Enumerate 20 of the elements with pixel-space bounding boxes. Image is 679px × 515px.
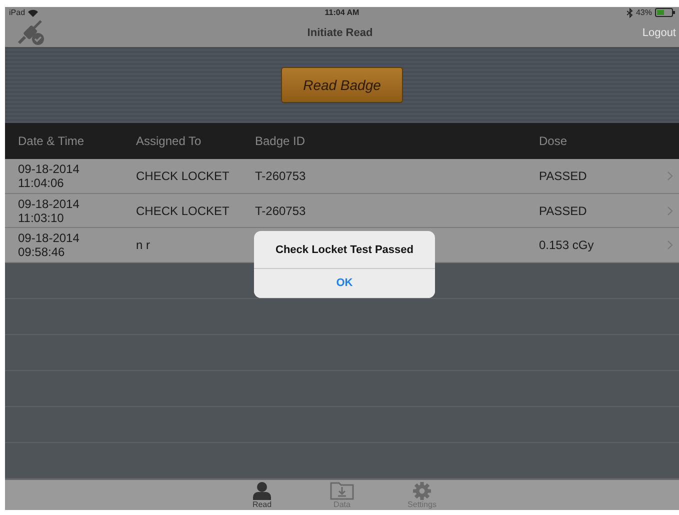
column-header: Assigned To <box>135 134 202 148</box>
column-header: Date & Time <box>17 134 86 148</box>
table-cell-text: PASSED <box>538 204 588 218</box>
date-time-cell-text: 09-18-2014 11:03:10 <box>17 196 80 225</box>
table-cell-text: 0.153 cGy <box>538 238 595 252</box>
column-header: Dose <box>538 134 568 148</box>
table-cell-text: CHECK LOCKET <box>135 169 230 184</box>
table-cell-text: n r <box>135 238 152 252</box>
battery-percent: 43% <box>636 8 652 18</box>
nav-title: Initiate Read <box>307 26 373 39</box>
alert-message: Check Locket Test Passed <box>274 243 414 258</box>
device-name: iPad <box>9 8 26 18</box>
date-time-cell-text: 09-18-2014 11:04:06 <box>17 162 80 190</box>
column-header: Badge ID <box>254 134 306 148</box>
table-cell-text: CHECK LOCKET <box>135 204 230 218</box>
table-cell-text: T-260753 <box>254 169 307 184</box>
date-time-cell-text: 09-18-2014 09:58:46 <box>17 231 80 260</box>
table-cell-text: PASSED <box>538 169 588 184</box>
table-cell-text: T-260753 <box>254 204 307 218</box>
clock: 11:04 AM <box>324 8 360 18</box>
